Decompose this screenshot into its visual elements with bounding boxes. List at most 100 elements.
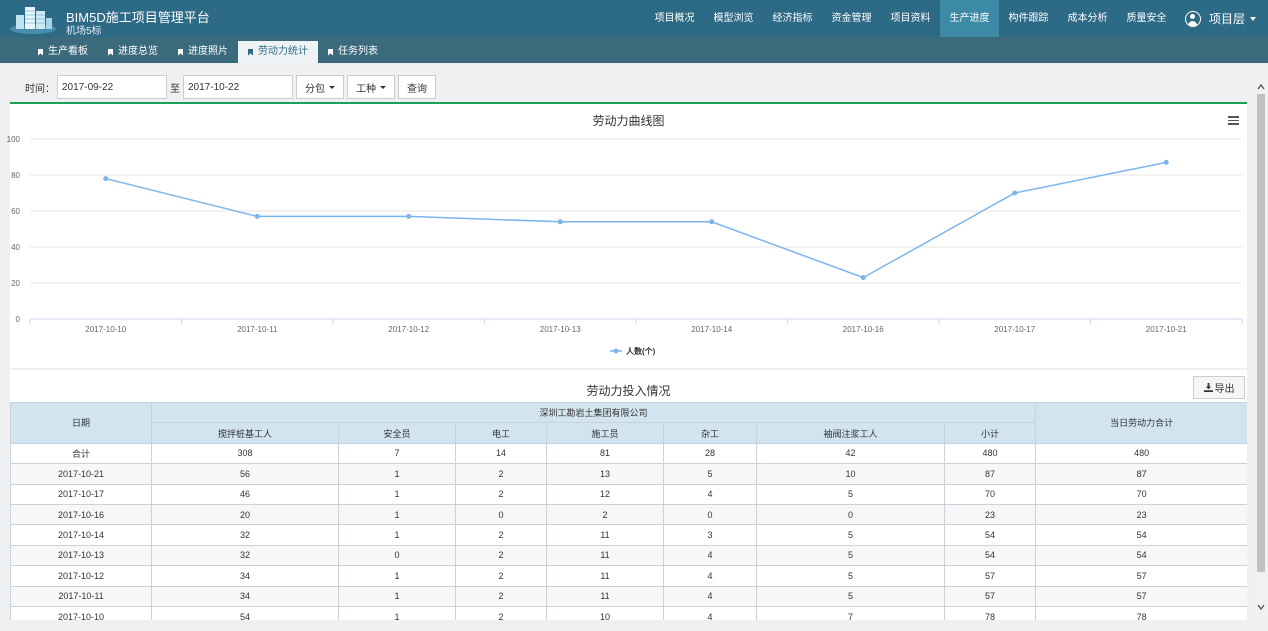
table-cell: 2017-10-11 xyxy=(10,585,152,607)
scroll-down-icon[interactable] xyxy=(1257,603,1265,611)
scroll-up-icon[interactable] xyxy=(1257,83,1265,91)
end-date-input[interactable] xyxy=(183,75,293,99)
labor-table-panel: 劳动力投入情况 导出 日期 深圳工勘岩土集团有限公司 当日劳动力合计 搅拌桩基工… xyxy=(10,370,1247,620)
table-cell: 11 xyxy=(546,565,664,587)
sum-cell: 480 xyxy=(943,442,1037,465)
x-tick-label: 2017-10-12 xyxy=(388,325,429,334)
x-tick-label: 2017-10-13 xyxy=(540,325,581,334)
data-point xyxy=(406,213,412,219)
project-subtitle: 机场5标 xyxy=(66,26,102,37)
table-cell: 2 xyxy=(455,483,547,505)
table-row: 2017-10-16 20 1 0 2 0 0 23 23 xyxy=(10,503,1247,526)
column-header: 杂工 xyxy=(663,422,757,444)
column-header: 施工员 xyxy=(546,422,664,444)
table-cell: 2 xyxy=(455,605,547,620)
table-cell: 32 xyxy=(151,544,339,567)
table-cell: 2 xyxy=(455,585,547,607)
table-cell: 0 xyxy=(455,503,547,526)
table-cell: 32 xyxy=(151,524,339,546)
table-cell: 11 xyxy=(546,585,664,607)
sum-cell: 合计 xyxy=(10,442,152,465)
table-row: 2017-10-13 32 0 2 11 4 5 54 54 xyxy=(10,544,1247,567)
table-row: 2017-10-10 54 1 2 10 4 7 78 78 xyxy=(10,605,1247,620)
data-point xyxy=(254,213,260,219)
export-button[interactable]: 导出 xyxy=(1193,376,1245,399)
sum-cell: 14 xyxy=(455,442,547,465)
table-cell: 1 xyxy=(338,503,456,526)
topnav-item-cost[interactable]: 成本分析 xyxy=(1058,0,1117,37)
time-label: 时间： xyxy=(25,83,55,95)
page-scrollbar[interactable] xyxy=(1254,81,1268,613)
user-menu[interactable]: 项目层 xyxy=(1184,0,1256,37)
subnav-tab-labor[interactable]: 劳动力统计 xyxy=(238,41,318,63)
scroll-thumb[interactable] xyxy=(1257,94,1265,572)
caret-down-icon xyxy=(1250,16,1256,21)
topnav-item-documents[interactable]: 项目资料 xyxy=(881,0,940,37)
topnav-item-quality[interactable]: 质量安全 xyxy=(1117,0,1176,37)
building-logo-icon xyxy=(10,7,56,34)
bookmark-icon xyxy=(178,48,183,56)
table-cell: 2017-10-13 xyxy=(10,544,152,567)
column-header: 搅拌桩基工人 xyxy=(151,422,339,444)
start-date-input[interactable] xyxy=(57,75,167,99)
subcontract-dropdown[interactable]: 分包 xyxy=(296,75,344,99)
topnav-item-model[interactable]: 模型浏览 xyxy=(704,0,763,37)
table-cell: 5 xyxy=(756,524,945,546)
subnav-tab-tasks[interactable]: 任务列表 xyxy=(318,41,388,63)
table-cell: 11 xyxy=(546,544,664,567)
table-cell: 2 xyxy=(455,524,547,546)
table-cell: 4 xyxy=(663,605,757,620)
table-cell: 0 xyxy=(338,544,456,567)
table-cell: 23 xyxy=(943,503,1037,526)
topnav-item-funds[interactable]: 资金管理 xyxy=(822,0,881,37)
table-cell: 34 xyxy=(151,585,339,607)
table-cell: 0 xyxy=(756,503,945,526)
table-cell: 1 xyxy=(338,524,456,546)
y-tick-label: 20 xyxy=(11,279,20,288)
legend-marker xyxy=(613,348,619,354)
table-cell: 57 xyxy=(943,565,1037,587)
x-tick-label: 2017-10-17 xyxy=(994,325,1035,334)
table-cell: 2 xyxy=(455,544,547,567)
table-cell: 5 xyxy=(756,544,945,567)
worktype-dropdown[interactable]: 工种 xyxy=(347,75,395,99)
subnav-tab-photos[interactable]: 进度照片 xyxy=(168,41,238,63)
y-tick-label: 60 xyxy=(11,207,20,216)
table-cell: 54 xyxy=(1035,544,1247,567)
table-cell: 2 xyxy=(455,565,547,587)
data-point xyxy=(1163,159,1169,165)
table-cell: 7 xyxy=(756,605,945,620)
topnav-item-progress[interactable]: 生产进度 xyxy=(940,0,999,37)
table-cell: 5 xyxy=(756,565,945,587)
y-tick-label: 40 xyxy=(11,243,20,252)
table-cell: 57 xyxy=(1035,565,1247,587)
subnav-tab-board[interactable]: 生产看板 xyxy=(28,41,98,63)
user-label: 项目层 xyxy=(1208,12,1245,26)
data-point xyxy=(709,219,715,225)
table-cell: 5 xyxy=(663,463,757,485)
download-icon xyxy=(1203,383,1213,392)
sum-cell: 7 xyxy=(338,442,456,465)
table-cell: 2 xyxy=(546,503,664,526)
table-cell: 4 xyxy=(663,585,757,607)
labor-line-chart: 0 20 40 60 80 100 2017-10-10 2017-10-11 2017-10-… xyxy=(7,135,1243,356)
subnav-tab-overview[interactable]: 进度总览 xyxy=(98,41,168,63)
topnav-item-economics[interactable]: 经济指标 xyxy=(763,0,822,37)
table-cell: 2 xyxy=(455,463,547,485)
labor-chart-panel: 劳动力曲线图 0 20 40 60 80 100 2017-10-10 2017-10-11 2… xyxy=(7,102,1247,368)
top-nav: 项目概况 模型浏览 经济指标 资金管理 项目资料 生产进度 构件跟踪 成本分析 … xyxy=(645,0,1176,37)
sum-cell: 480 xyxy=(1035,442,1247,465)
table-cell: 57 xyxy=(943,585,1037,607)
bookmark-icon xyxy=(38,48,43,56)
data-point xyxy=(557,219,563,225)
y-tick-label: 100 xyxy=(7,135,21,144)
topnav-item-overview[interactable]: 项目概况 xyxy=(645,0,704,37)
user-icon xyxy=(1184,10,1201,27)
legend-label: 人数(个) xyxy=(626,346,656,356)
table-cell: 1 xyxy=(338,483,456,505)
y-tick-label: 0 xyxy=(16,315,21,324)
filter-bar: 时间： 至 分包 工种 查询 xyxy=(10,75,436,99)
query-button[interactable]: 查询 xyxy=(398,75,436,99)
topnav-item-tracking[interactable]: 构件跟踪 xyxy=(999,0,1058,37)
table-cell: 12 xyxy=(546,483,664,505)
